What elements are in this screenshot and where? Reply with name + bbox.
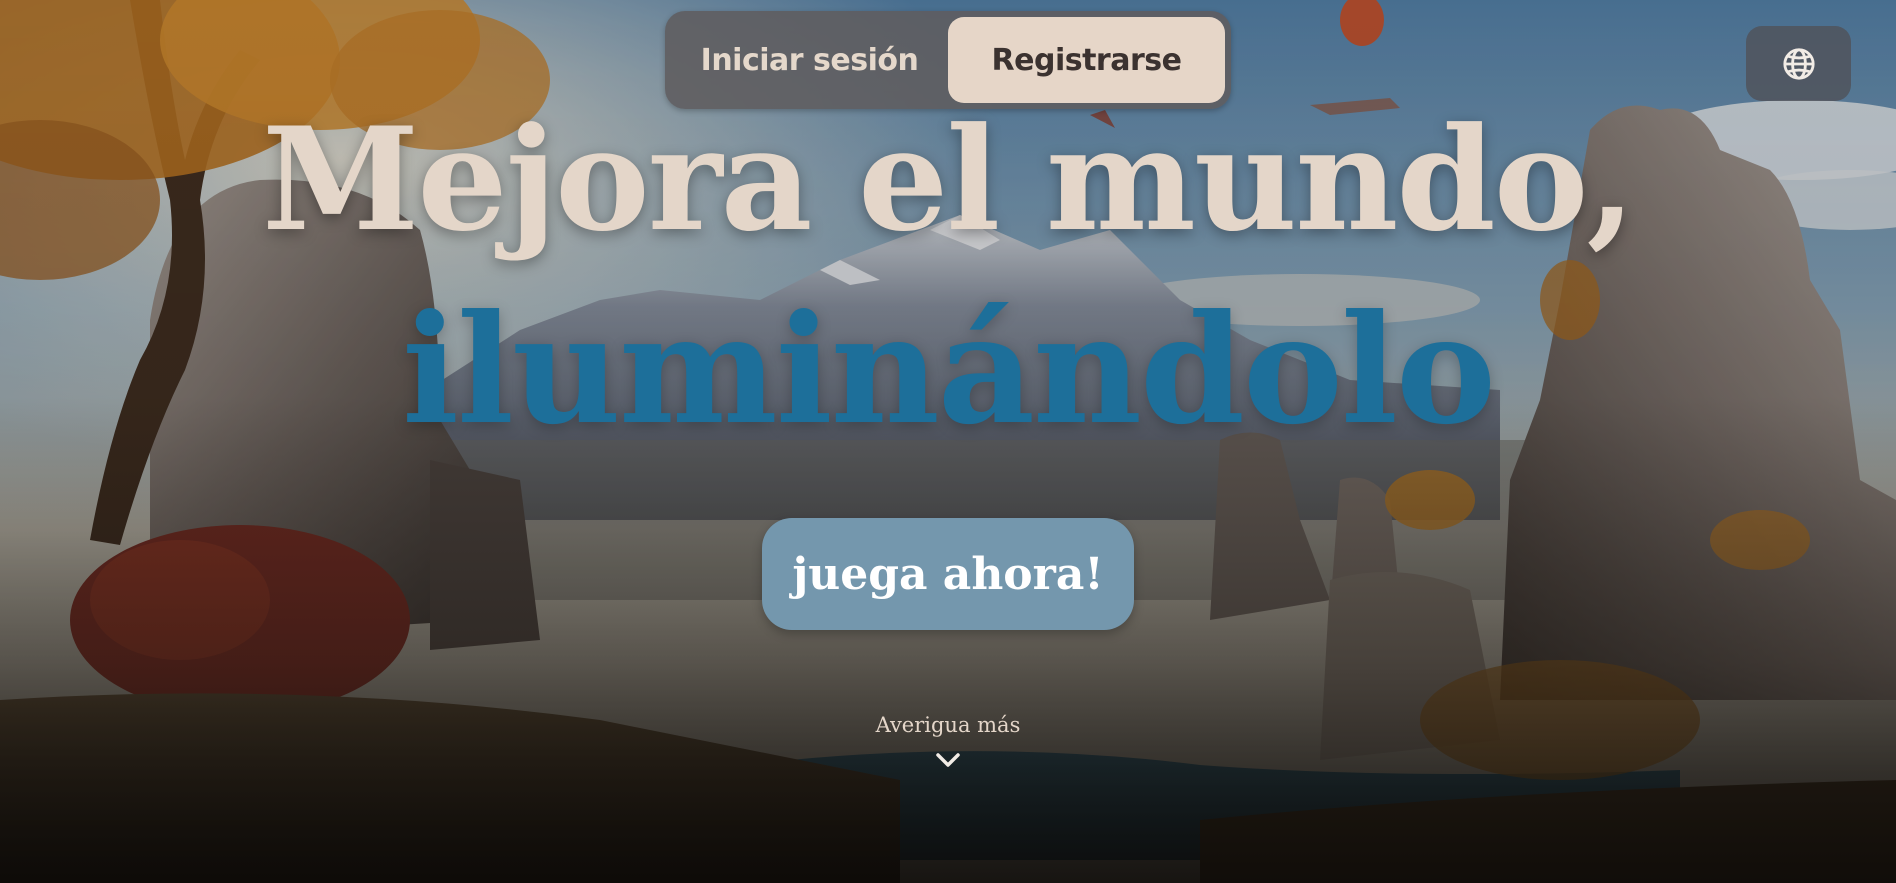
- globe-icon: [1782, 47, 1815, 80]
- learn-more-link[interactable]: Averigua más: [798, 705, 1098, 795]
- chevron-down-icon: [936, 753, 960, 767]
- play-now-button[interactable]: juega ahora!: [762, 518, 1134, 630]
- hero-headline-line1: Mejora el mundo,: [262, 97, 1636, 263]
- login-button[interactable]: Iniciar sesión: [671, 17, 948, 103]
- register-button[interactable]: Registrarse: [948, 17, 1225, 103]
- learn-more-label: Averigua más: [875, 713, 1021, 737]
- language-button[interactable]: [1746, 26, 1851, 101]
- hero-headline-line2: iluminándolo: [402, 282, 1496, 458]
- landing-page: Iniciar sesión Registrarse Mejora el mun…: [0, 0, 1896, 883]
